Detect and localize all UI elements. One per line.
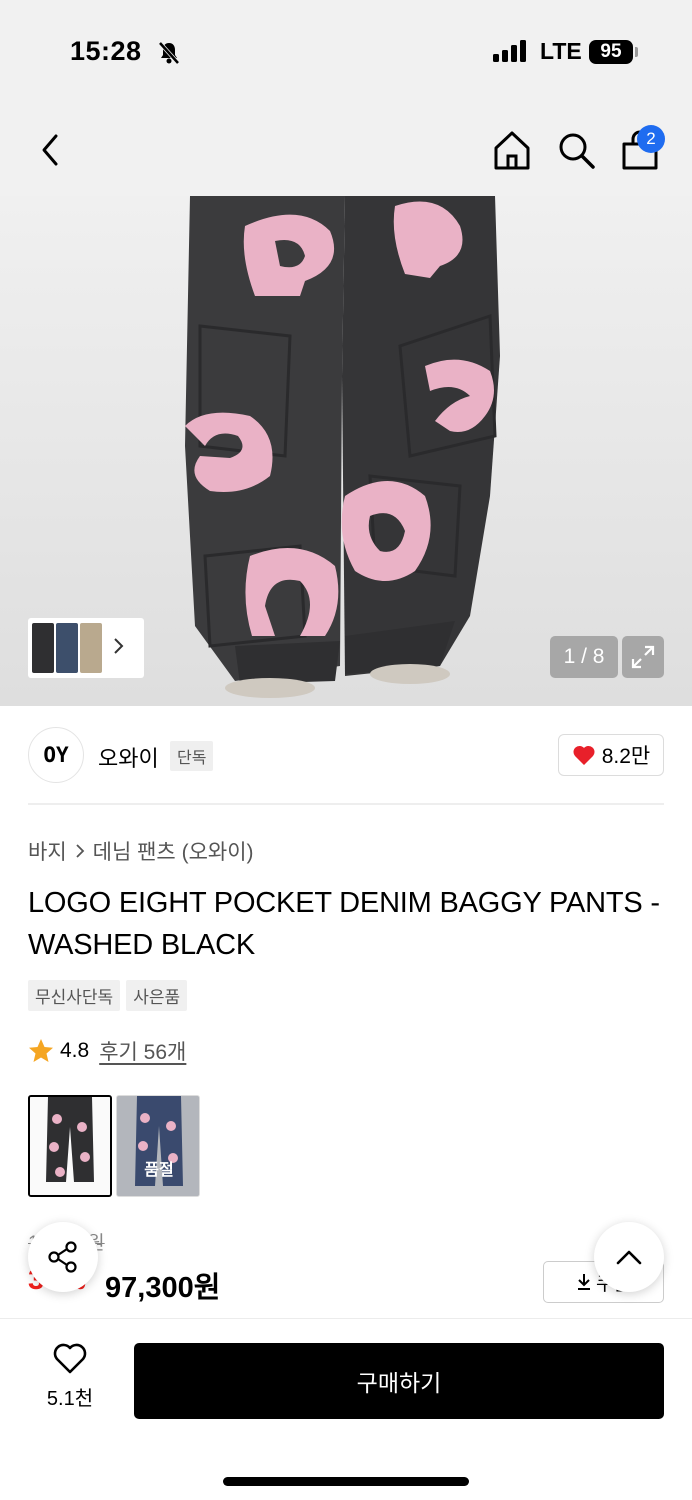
- wishlist-count: 5.1천: [46, 1388, 94, 1410]
- tag-gift: 사은품: [126, 980, 188, 1011]
- color-option-blue-image: [117, 1096, 199, 1196]
- cart-count-badge: 2: [637, 125, 665, 153]
- brand-like-button[interactable]: 8.2만: [558, 734, 664, 776]
- wishlist-button[interactable]: 5.1천: [40, 1343, 100, 1417]
- bottom-action-bar: 5.1천 구매하기: [0, 1318, 692, 1500]
- home-indicator: [223, 1477, 469, 1486]
- scroll-top-button[interactable]: [594, 1222, 664, 1292]
- tag-exclusive: 무신사단독: [28, 980, 121, 1011]
- chevron-up-icon: [616, 1250, 642, 1265]
- divider: [28, 803, 664, 805]
- brand-like-count: 8.2만: [601, 745, 651, 768]
- thumbnail-2: [56, 623, 78, 673]
- exclusive-tag: 단독: [170, 741, 214, 771]
- brand-row: OY 오와이 단독 8.2만: [28, 727, 664, 783]
- search-icon: [559, 133, 595, 169]
- image-thumbnail-strip[interactable]: [28, 618, 144, 678]
- search-button[interactable]: [556, 130, 596, 170]
- download-icon: [578, 1274, 591, 1290]
- breadcrumb: 바지 데님 팬츠 (오와이): [28, 836, 254, 866]
- back-button[interactable]: [32, 130, 68, 170]
- reviews-link[interactable]: 후기 56개: [99, 1036, 186, 1066]
- rating-value: 4.8: [60, 1039, 90, 1062]
- heart-outline-icon: [53, 1343, 87, 1374]
- home-icon: [494, 131, 530, 170]
- battery-tip: [635, 47, 638, 57]
- share-button[interactable]: [28, 1222, 98, 1292]
- chevron-right-icon: [112, 637, 124, 660]
- color-option-black[interactable]: [28, 1095, 112, 1197]
- heart-filled-icon: [573, 745, 595, 765]
- battery-icon: 95: [589, 40, 633, 64]
- network-type: LTE: [540, 38, 582, 64]
- expand-icon: [631, 645, 655, 669]
- star-icon: [29, 1039, 53, 1062]
- breadcrumb-category[interactable]: 바지: [28, 836, 67, 866]
- buy-button[interactable]: 구매하기: [134, 1343, 664, 1419]
- status-bar: 15:28 LTE 95: [0, 32, 692, 72]
- thumbnail-1: [32, 623, 54, 673]
- bell-muted-icon: [156, 40, 182, 71]
- color-option-blue[interactable]: 품절: [116, 1095, 200, 1197]
- chevron-right-icon: [76, 844, 84, 858]
- share-icon: [48, 1241, 77, 1273]
- breadcrumb-subcategory[interactable]: 데님 팬츠 (오와이): [93, 836, 254, 866]
- product-title: LOGO EIGHT POCKET DENIM BAGGY PANTS - WA…: [28, 887, 660, 961]
- chevron-left-icon: [42, 134, 58, 166]
- sale-price: 97,300원: [105, 1272, 221, 1304]
- color-option-black-image: [30, 1097, 110, 1195]
- status-time: 15:28: [70, 36, 142, 66]
- image-counter: 1 / 8: [550, 636, 618, 678]
- signal-icon: [493, 40, 526, 62]
- product-tags: 무신사단독 사은품: [28, 980, 188, 1011]
- brand-name[interactable]: 오와이: [98, 741, 159, 773]
- home-button[interactable]: [492, 128, 532, 172]
- rating-row: 4.8 후기 56개: [28, 1036, 186, 1066]
- soldout-label: 품절: [144, 1162, 174, 1179]
- top-bar: 15:28 LTE 95 2: [0, 0, 692, 196]
- expand-image-button[interactable]: [622, 636, 664, 678]
- brand-logo[interactable]: OY: [28, 727, 84, 783]
- thumbnail-3: [80, 623, 102, 673]
